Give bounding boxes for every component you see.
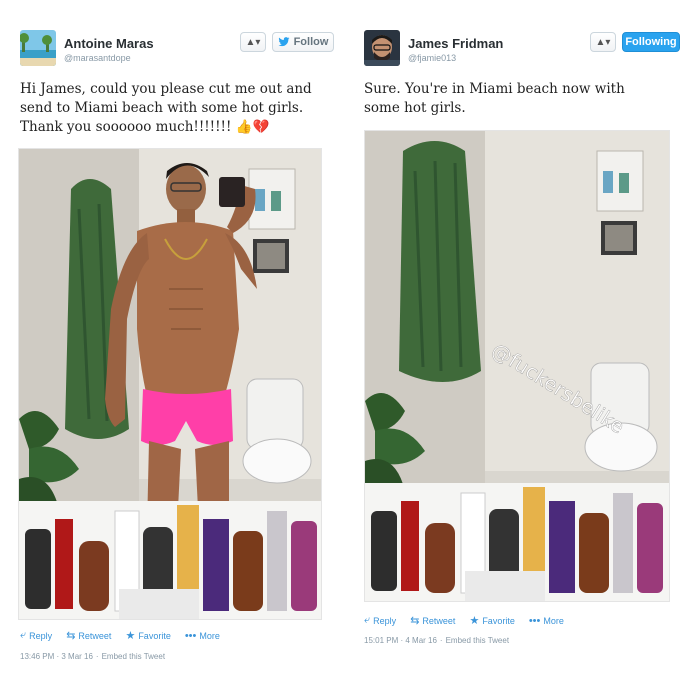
tweet-text-line: send to Miami beach with some hot girls.: [20, 100, 304, 116]
ellipsis-icon: •••: [528, 614, 541, 627]
retweet-button[interactable]: ⇆ Retweet: [410, 614, 455, 627]
tweet-meta: 15:01 PM · 4 Mar 16 · Embed this Tweet: [364, 636, 510, 645]
tweet-text: Sure. You're in Miami beach now with som…: [364, 80, 674, 118]
following-button[interactable]: Following: [622, 32, 680, 52]
retweet-label: Retweet: [78, 630, 112, 641]
tweet-photo[interactable]: @fuckersbelike: [364, 130, 670, 602]
user-icon: ▲▾: [245, 36, 261, 48]
follow-label: Follow: [293, 36, 329, 48]
tweet-actions: ⤶ Reply ⇆ Retweet ★ Favorite ••• More: [364, 614, 564, 627]
user-actions-button[interactable]: ▲▾: [240, 32, 266, 52]
more-button[interactable]: ••• More: [529, 615, 564, 627]
display-name[interactable]: Antoine Maras: [64, 36, 154, 51]
reply-label: Reply: [373, 615, 397, 626]
embed-link[interactable]: Embed this Tweet: [102, 652, 165, 661]
more-button[interactable]: ••• More: [185, 630, 220, 642]
avatar[interactable]: [20, 30, 56, 66]
reply-label: Reply: [29, 630, 53, 641]
reply-button[interactable]: ⤶ Reply: [364, 614, 396, 627]
user-handle[interactable]: @fjamie013: [408, 53, 456, 63]
star-icon: ★: [125, 630, 136, 642]
tweet-text: Hi James, could you please cut me out an…: [20, 80, 336, 137]
more-label: More: [543, 615, 564, 626]
retweet-icon: ⇆: [410, 615, 420, 627]
display-name[interactable]: James Fridman: [408, 36, 503, 51]
following-label: Following: [625, 36, 677, 48]
tweet-photo[interactable]: [18, 148, 322, 620]
tweet-card-right: James Fridman @fjamie013 ▲▾ Following Su…: [356, 22, 682, 652]
embed-link[interactable]: Embed this Tweet: [446, 636, 509, 645]
ellipsis-icon: •••: [184, 629, 197, 642]
retweet-icon: ⇆: [66, 630, 76, 642]
tweet-text-line: Sure. You're in Miami beach now with: [364, 81, 625, 97]
retweet-button[interactable]: ⇆ Retweet: [66, 629, 111, 642]
tweet-text-line: Hi James, could you please cut me out an…: [20, 81, 312, 97]
user-actions-button[interactable]: ▲▾: [590, 32, 616, 52]
favorite-label: Favorite: [138, 630, 171, 641]
tweet-text-line: Thank you soooooo much!!!!!!! 👍💔: [20, 119, 270, 135]
tweet-actions: ⤶ Reply ⇆ Retweet ★ Favorite ••• More: [20, 629, 220, 642]
reply-button[interactable]: ⤶ Reply: [20, 629, 52, 642]
tweet-card-left: Antoine Maras @marasantdope ▲▾ Follow Hi…: [14, 22, 338, 672]
star-icon: ★: [469, 615, 480, 627]
reply-icon: ⤶: [20, 629, 27, 641]
avatar[interactable]: [364, 30, 400, 66]
reply-icon: ⤶: [364, 614, 371, 626]
twitter-bird-icon: [278, 37, 290, 47]
timestamp[interactable]: 13:46 PM · 3 Mar 16: [20, 652, 93, 661]
retweet-label: Retweet: [422, 615, 456, 626]
favorite-button[interactable]: ★ Favorite: [469, 614, 514, 627]
favorite-button[interactable]: ★ Favorite: [125, 629, 170, 642]
timestamp[interactable]: 15:01 PM · 4 Mar 16: [364, 636, 437, 645]
favorite-label: Favorite: [482, 615, 515, 626]
user-icon: ▲▾: [595, 36, 611, 48]
tweet-meta: 13:46 PM · 3 Mar 16 · Embed this Tweet: [20, 652, 166, 661]
tweet-text-line: some hot girls.: [364, 100, 466, 116]
follow-button[interactable]: Follow: [272, 32, 334, 52]
more-label: More: [199, 630, 220, 641]
user-handle[interactable]: @marasantdope: [64, 53, 131, 63]
